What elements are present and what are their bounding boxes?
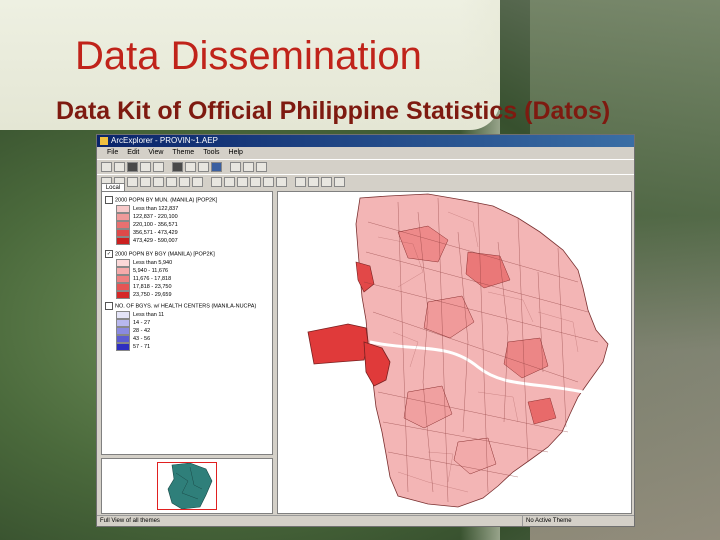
- layer-name: 2000 POPN BY BGY (MANILA) [POP2K]: [115, 251, 215, 258]
- buffer-icon[interactable]: [308, 177, 319, 187]
- legend-class: 17,818 - 23,750: [116, 283, 172, 291]
- graphics-icon[interactable]: [321, 177, 332, 187]
- legend-class: 356,571 - 473,429: [116, 229, 178, 237]
- legend-class: 57 - 71: [116, 343, 150, 351]
- layer-checkbox[interactable]: [105, 302, 113, 310]
- legend-class: 23,750 - 29,659: [116, 291, 172, 299]
- zoom-full-icon[interactable]: [140, 177, 151, 187]
- menu-view[interactable]: View: [148, 147, 163, 159]
- legend-class: Less than 5,940: [116, 259, 172, 267]
- legend-class: 11,676 - 17,818: [116, 275, 171, 283]
- slide-title: Data Dissemination: [75, 34, 422, 78]
- legend-class: Less than 11: [116, 311, 164, 319]
- zoom-out-icon[interactable]: [166, 177, 177, 187]
- toolbar-tools: [97, 174, 634, 189]
- hotlink-icon[interactable]: [295, 177, 306, 187]
- legend-class: 122,837 - 220,100: [116, 213, 178, 221]
- slide-subtitle: Data Kit of Official Philippine Statisti…: [56, 97, 611, 125]
- layer-name: NO. OF BGYS. w/ HEALTH CENTERS (MANILA-N…: [115, 303, 257, 310]
- menu-help[interactable]: Help: [229, 147, 243, 159]
- menu-file[interactable]: File: [107, 147, 118, 159]
- legend-class: 220,100 - 356,571: [116, 221, 178, 229]
- legend-class: 43 - 56: [116, 335, 150, 343]
- legend-class: 28 - 42: [116, 327, 150, 335]
- properties-icon[interactable]: [198, 162, 209, 172]
- clear-selection-icon[interactable]: [263, 177, 274, 187]
- save-icon[interactable]: [127, 162, 138, 172]
- layer-health-centers[interactable]: NO. OF BGYS. w/ HEALTH CENTERS (MANILA-N…: [105, 302, 256, 310]
- identify-icon[interactable]: [211, 177, 222, 187]
- undo-icon[interactable]: [127, 177, 138, 187]
- query-icon[interactable]: [276, 177, 287, 187]
- status-left: Full View of all themes: [100, 518, 160, 524]
- choropleth-map: [307, 193, 609, 508]
- layer-checkbox[interactable]: ✓: [105, 250, 113, 258]
- pan-icon[interactable]: [179, 177, 190, 187]
- info-icon[interactable]: [256, 162, 267, 172]
- measure-icon[interactable]: [237, 177, 248, 187]
- table-icon[interactable]: [211, 162, 222, 172]
- legend-class: Less than 122,837: [116, 205, 178, 213]
- overview-extent-box[interactable]: [157, 462, 217, 510]
- pan-dropdown-icon[interactable]: [192, 177, 203, 187]
- legend-class: 14 - 27: [116, 319, 150, 327]
- layout-icon[interactable]: [230, 162, 241, 172]
- select-icon[interactable]: [250, 177, 261, 187]
- table-of-contents: 2000 POPN BY MUN. (MANILA) [POP2K] Less …: [101, 191, 273, 455]
- menu-tools[interactable]: Tools: [203, 147, 219, 159]
- app-icon: [100, 137, 108, 145]
- settings-icon[interactable]: [243, 162, 254, 172]
- toolbar-top: [97, 159, 634, 174]
- add-theme-icon[interactable]: [172, 162, 183, 172]
- zoom-in-icon[interactable]: [153, 177, 164, 187]
- layer-name: 2000 POPN BY MUN. (MANILA) [POP2K]: [115, 197, 218, 204]
- status-bar: Full View of all themes No Active Theme: [97, 515, 634, 526]
- window-titlebar[interactable]: ArcExplorer - PROVIN~1.AEP: [97, 135, 634, 147]
- print-icon[interactable]: [140, 162, 151, 172]
- menubar: File Edit View Theme Tools Help: [97, 147, 634, 159]
- menu-edit[interactable]: Edit: [127, 147, 139, 159]
- legend-class: 473,429 - 590,007: [116, 237, 178, 245]
- copy-icon[interactable]: [153, 162, 164, 172]
- layer-popn-by-bgy[interactable]: ✓ 2000 POPN BY BGY (MANILA) [POP2K]: [105, 250, 215, 258]
- map-view[interactable]: [277, 191, 632, 514]
- status-right: No Active Theme: [522, 516, 572, 526]
- find-icon[interactable]: [224, 177, 235, 187]
- window-title: ArcExplorer - PROVIN~1.AEP: [111, 136, 218, 145]
- menu-theme[interactable]: Theme: [172, 147, 194, 159]
- arcexplorer-window: ArcExplorer - PROVIN~1.AEP File Edit Vie…: [96, 134, 635, 527]
- remove-theme-icon[interactable]: [185, 162, 196, 172]
- layer-checkbox[interactable]: [105, 196, 113, 204]
- overview-map[interactable]: [101, 458, 273, 514]
- text-icon[interactable]: [334, 177, 345, 187]
- legend-class: 5,940 - 11,676: [116, 267, 168, 275]
- layer-popn-by-mun[interactable]: 2000 POPN BY MUN. (MANILA) [POP2K]: [105, 196, 217, 204]
- open-icon[interactable]: [114, 162, 125, 172]
- new-icon[interactable]: [101, 162, 112, 172]
